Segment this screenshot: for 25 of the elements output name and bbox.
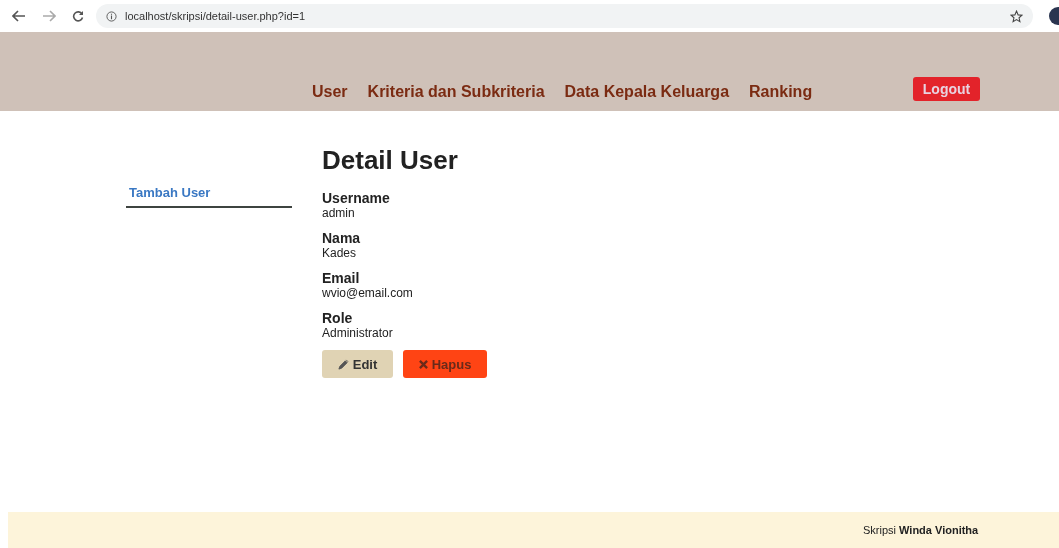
address-bar[interactable]: localhost/skripsi/detail-user.php?id=1 <box>96 4 1033 28</box>
footer-text: Skripsi Winda Vionitha <box>863 524 979 536</box>
field-label: Email <box>322 270 361 286</box>
edit-button[interactable]: Edit <box>322 350 393 378</box>
nav-link[interactable]: Ranking <box>749 83 813 102</box>
star-icon[interactable] <box>1010 9 1023 23</box>
logout-button[interactable]: Logout <box>913 77 980 101</box>
field-label: Username <box>322 190 391 206</box>
delete-button[interactable]: Hapus <box>403 350 487 378</box>
field-value: wvio@email.com <box>322 286 414 300</box>
nav-link[interactable]: Kriteria dan Subkriteria <box>367 83 545 102</box>
nav-link[interactable]: User <box>312 83 348 102</box>
field-value: admin <box>322 206 356 220</box>
pencil-icon <box>337 358 349 370</box>
reload-icon[interactable] <box>72 10 84 22</box>
info-icon[interactable] <box>106 10 117 22</box>
back-icon[interactable] <box>12 10 26 22</box>
field-value: Administrator <box>322 326 394 340</box>
field-value: Kades <box>322 246 358 260</box>
sidebar-link[interactable]: Tambah User <box>126 185 292 208</box>
nav-link[interactable]: Data Kepala Keluarga <box>564 83 730 102</box>
close-icon <box>418 359 428 369</box>
field-label: Role <box>322 310 354 326</box>
field-label: Nama <box>322 230 362 246</box>
page-title: Detail User <box>322 145 459 176</box>
